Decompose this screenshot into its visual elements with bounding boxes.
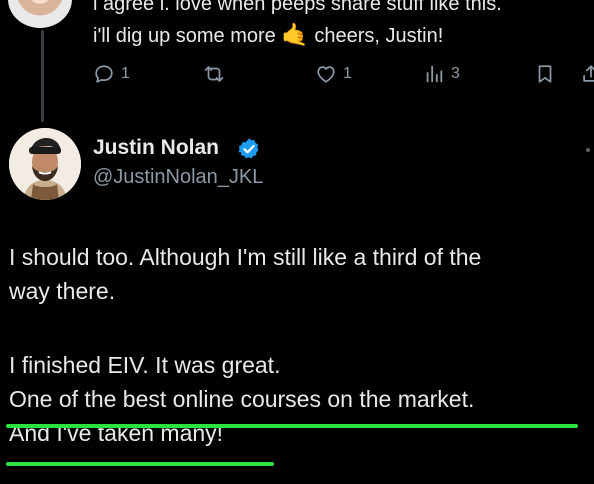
tweet-body-line-5: And I've taken many! [9, 420, 224, 446]
parent-text-line-2-after: cheers, Justin! [314, 25, 444, 47]
highlight-underline-2 [6, 462, 274, 466]
call-me-hand-emoji: 🤙 [281, 23, 309, 48]
share-icon [583, 65, 594, 82]
views-icon [426, 65, 443, 83]
tweet-body-line-4: One of the best online courses on the ma… [9, 386, 475, 412]
author-handle[interactable]: @JustinNolan_JKL [93, 166, 263, 189]
reply-button[interactable]: 1 [93, 60, 130, 88]
repost-button[interactable] [203, 60, 225, 88]
thread-connector-line [41, 30, 44, 122]
parent-avatar[interactable] [8, 0, 72, 28]
highlight-underline-1 [6, 424, 578, 428]
like-count: 1 [343, 65, 352, 82]
tweet-body: I should too. Although I'm still like a … [9, 240, 594, 450]
repost-icon [204, 66, 224, 82]
tweet-body-line-1: I should too. Although I'm still like a … [9, 244, 482, 270]
tweet-body-line-3: I finished EIV. It was great. [9, 352, 281, 378]
parent-text-line-2-before: i'll dig up some more [93, 25, 276, 47]
parent-tweet-text: i agree i. love when peeps share stuff l… [93, 0, 593, 52]
more-options-icon[interactable] [586, 148, 590, 152]
reply-icon [95, 65, 113, 83]
parent-text-line-2: i'll dig up some more 🤙 cheers, Justin! [93, 20, 593, 52]
author-photo [9, 128, 81, 200]
parent-action-bar: 1 1 3 [93, 60, 594, 88]
views-count: 3 [451, 65, 460, 82]
author-display-name[interactable]: Justin Nolan [93, 136, 219, 160]
like-button[interactable]: 1 [315, 60, 352, 88]
parent-text-line-1: i agree i. love when peeps share stuff l… [93, 0, 502, 15]
author-avatar[interactable] [9, 128, 81, 200]
bookmark-button[interactable] [534, 60, 556, 88]
verified-badge-icon [238, 138, 259, 159]
views-button[interactable]: 3 [423, 60, 460, 88]
like-icon [317, 66, 335, 83]
tweet-thread: i agree i. love when peeps share stuff l… [0, 0, 594, 484]
reply-count: 1 [121, 65, 130, 82]
share-button[interactable] [580, 60, 594, 88]
tweet-body-line-2: way there. [9, 278, 116, 304]
bookmark-icon [538, 65, 552, 83]
